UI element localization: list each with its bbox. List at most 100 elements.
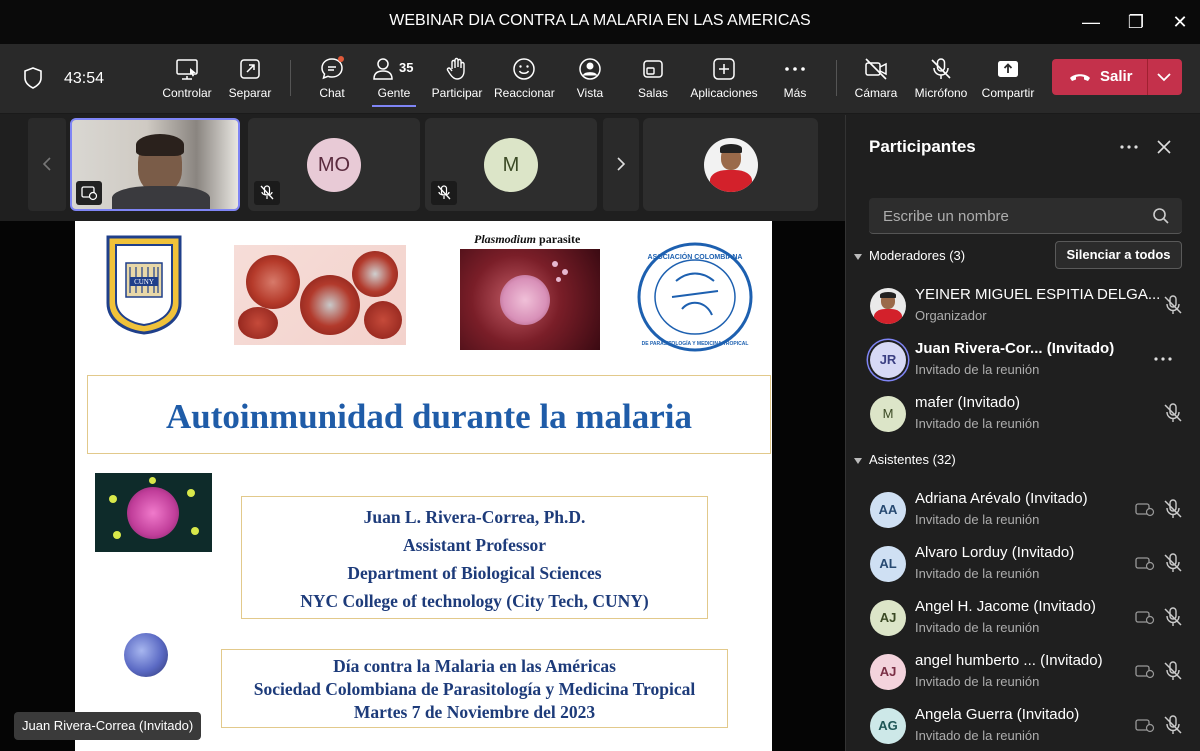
participant-role: Invitado de la reunión: [915, 512, 1040, 527]
share-screen-icon: [998, 61, 1018, 77]
toolbar-divider: [290, 60, 291, 96]
share-label: Compartir: [981, 86, 1035, 100]
aplicaciones-button[interactable]: Aplicaciones: [688, 56, 760, 106]
participant-row[interactable]: YEINER MIGUEL ESPITIA DELGA... Organizad…: [846, 280, 1200, 330]
video-tile-mo[interactable]: MO: [248, 118, 420, 211]
pop-out-icon: [240, 59, 260, 79]
separar-button[interactable]: Separar: [224, 56, 276, 106]
panel-title: Participantes: [869, 137, 976, 156]
chevron-down-icon[interactable]: [1156, 71, 1172, 83]
shared-slide: CUNY Plasmodium parasite ASOCIACIÓN COLO…: [75, 221, 772, 751]
window-title: WEBINAR DIA CONTRA LA MALARIA EN LAS AME…: [389, 12, 811, 29]
vista-button[interactable]: Vista: [572, 56, 608, 106]
chat-icon: [321, 56, 344, 80]
gallery-next-button[interactable]: [603, 118, 639, 211]
participant-row[interactable]: AG Angela Guerra (Invitado) Invitado de …: [846, 700, 1200, 750]
salas-button[interactable]: Salas: [636, 56, 670, 106]
participant-role: Invitado de la reunión: [915, 566, 1040, 581]
meeting-stage: MO M CUNY Plasmodium parasite ASOCIACIÓN…: [0, 115, 845, 751]
chat-button[interactable]: Chat: [312, 56, 352, 106]
participant-name: mafer (Invitado): [915, 394, 1021, 411]
participant-row[interactable]: JR Juan Rivera-Cor... (Invitado) Invitad…: [846, 334, 1200, 384]
view-icon: [579, 58, 601, 80]
restore-button[interactable]: ❐: [1121, 8, 1151, 36]
participant-row[interactable]: AJ angel humberto ... (Invitado) Invitad…: [846, 646, 1200, 696]
avatar: [704, 138, 758, 192]
title-bar: WEBINAR DIA CONTRA LA MALARIA EN LAS AME…: [0, 0, 1200, 44]
separar-label: Separar: [228, 86, 272, 100]
mic-off-icon: [260, 185, 274, 200]
muted-badge: [254, 181, 280, 205]
event-date: Martes 7 de Noviembre del 2023: [353, 702, 596, 722]
leave-button[interactable]: Salir: [1052, 59, 1182, 95]
gente-button[interactable]: 35 Gente: [372, 56, 416, 106]
chat-label: Chat: [319, 86, 345, 100]
close-window-button[interactable]: ✕: [1165, 8, 1195, 36]
meeting-toolbar: 43:54 Controlar Separar Chat 35 Gente Pa…: [0, 44, 1200, 114]
more-options-icon[interactable]: [1152, 348, 1174, 370]
camera-button[interactable]: Cámara: [853, 56, 899, 106]
share-button[interactable]: Compartir: [980, 56, 1036, 106]
participant-row[interactable]: AL Alvaro Lorduy (Invitado) Invitado de …: [846, 538, 1200, 588]
mic-off-icon[interactable]: [1162, 660, 1184, 682]
mic-off-icon[interactable]: [1162, 294, 1184, 316]
participant-role: Invitado de la reunión: [915, 674, 1040, 689]
author-title: Assistant Professor: [402, 535, 547, 555]
shield-icon[interactable]: [22, 66, 44, 90]
avatar: AA: [870, 492, 906, 528]
participant-row[interactable]: AJ Angel H. Jacome (Invitado) Invitado d…: [846, 592, 1200, 642]
people-count: 35: [399, 60, 414, 75]
attendees-section-header[interactable]: Asistentes (32): [854, 452, 956, 467]
collapse-icon: [854, 457, 862, 464]
mic-off-icon[interactable]: [1162, 606, 1184, 628]
participant-row[interactable]: M mafer (Invitado) Invitado de la reunió…: [846, 388, 1200, 438]
participant-name: angel humberto ... (Invitado): [915, 652, 1103, 669]
mic-off-icon[interactable]: [1162, 552, 1184, 574]
breakout-rooms-icon: [643, 60, 663, 78]
gallery-prev-button[interactable]: [28, 118, 66, 211]
participar-button[interactable]: Participar: [430, 56, 484, 106]
people-icon: [373, 58, 393, 80]
controlar-button[interactable]: Controlar: [158, 56, 216, 106]
attendees-label: Asistentes (32): [869, 452, 956, 467]
video-tile-photo[interactable]: [643, 118, 818, 211]
control-icon: [176, 59, 198, 80]
avatar: AG: [870, 708, 906, 744]
avatar: [870, 288, 906, 324]
association-logo-top-text: ASOCIACIÓN COLOMBIANA: [648, 252, 743, 261]
minimize-button[interactable]: —: [1076, 8, 1106, 36]
video-tile-m[interactable]: M: [425, 118, 597, 211]
gente-label: Gente: [377, 86, 411, 100]
chevron-left-icon: [42, 157, 51, 171]
video-tile-speaker[interactable]: [70, 118, 240, 211]
leave-label: Salir: [1100, 68, 1133, 85]
avatar: JR: [870, 342, 906, 378]
mic-off-icon: [437, 185, 451, 200]
mute-all-button[interactable]: Silenciar a todos: [1055, 241, 1182, 269]
author-name: Juan L. Rivera-Correa, Ph.D.: [363, 507, 586, 527]
plasmodium-image: [460, 249, 600, 350]
moderators-section-header[interactable]: Moderadores (3): [854, 248, 965, 263]
close-panel-icon[interactable]: [1156, 139, 1172, 155]
participant-name: Angela Guerra (Invitado): [915, 706, 1080, 723]
reaccionar-label: Reaccionar: [494, 86, 555, 100]
avatar: M: [870, 396, 906, 432]
presenting-icon: [81, 186, 98, 201]
reaccionar-button[interactable]: Reaccionar: [494, 56, 555, 106]
mic-off-icon[interactable]: [1162, 498, 1184, 520]
lymphocyte-image: [124, 633, 168, 677]
mas-button[interactable]: Más: [780, 56, 810, 106]
raise-hand-icon: [446, 57, 465, 80]
speaker-hair: [136, 134, 184, 156]
mic-off-icon[interactable]: [1162, 402, 1184, 424]
camera-off-icon: [1135, 503, 1155, 517]
city-tech-logo: CUNY: [106, 235, 182, 335]
mic-off-icon[interactable]: [1162, 714, 1184, 736]
more-options-icon[interactable]: [1119, 143, 1139, 151]
participant-name: Alvaro Lorduy (Invitado): [915, 544, 1075, 561]
microphone-button[interactable]: Micrófono: [912, 56, 970, 106]
camera-label: Cámara: [854, 86, 898, 100]
participant-row[interactable]: AA Adriana Arévalo (Invitado) Invitado d…: [846, 484, 1200, 534]
participant-search-input[interactable]: Escribe un nombre: [869, 198, 1182, 234]
participant-role: Organizador: [915, 308, 987, 323]
